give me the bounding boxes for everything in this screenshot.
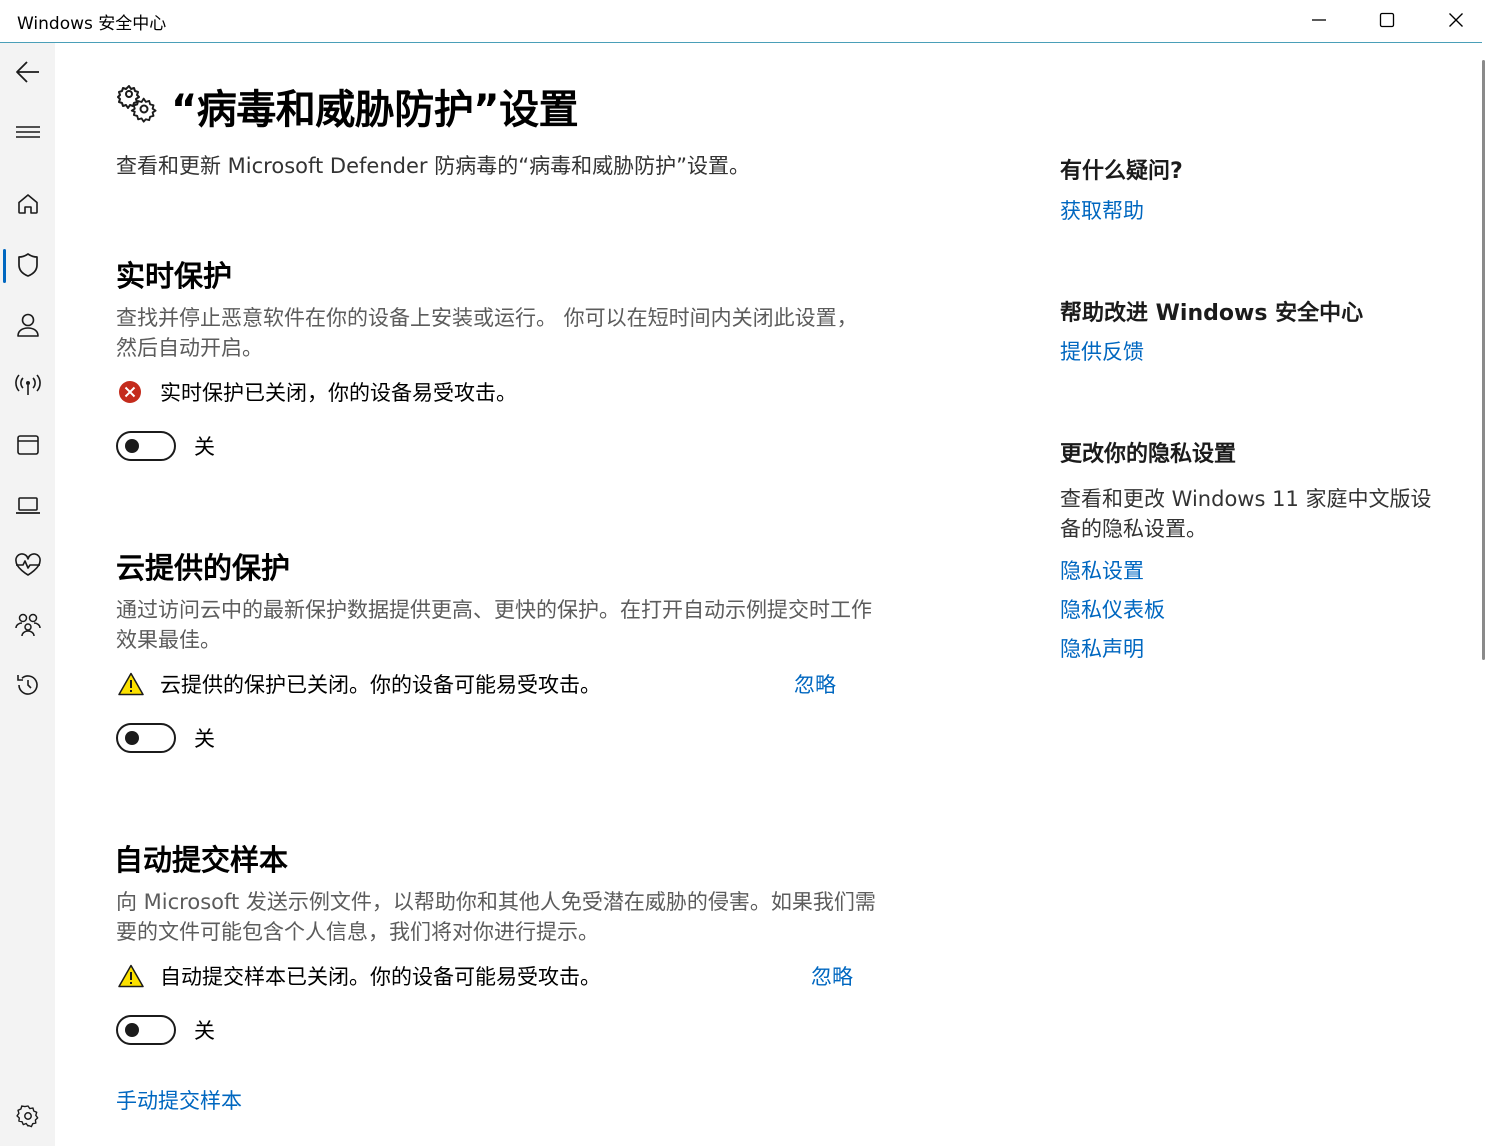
- toggle-knob: [125, 1023, 139, 1037]
- section-heading: 实时保护: [116, 259, 233, 293]
- section-sample-submission: 自动提交样本 向 Microsoft 发送示例文件，以帮助你和其他人免受潜在威胁…: [114, 837, 876, 1057]
- toggle-state-label: 关: [194, 435, 215, 459]
- toggle-state-label: 关: [194, 1019, 215, 1043]
- privacy-statement-link[interactable]: 隐私声明: [1060, 633, 1144, 663]
- window-title: Windows 安全中心: [17, 14, 167, 34]
- maximize-icon: [1379, 12, 1395, 28]
- status-row: 自动提交样本已关闭。你的设备可能易受攻击。 忽略: [116, 961, 856, 991]
- minimize-button[interactable]: [1285, 0, 1353, 40]
- sidebar-item-virus-protection[interactable]: [0, 241, 55, 289]
- main-content: “病毒和威胁防护”设置 查看和更新 Microsoft Defender 防病毒…: [55, 43, 1482, 1146]
- section-description: 向 Microsoft 发送示例文件，以帮助你和其他人免受潜在威胁的侵害。如果我…: [116, 890, 876, 944]
- toggle-knob: [125, 731, 139, 745]
- broadcast-icon: [14, 374, 41, 395]
- privacy-heading: 更改你的隐私设置: [1060, 442, 1237, 467]
- toggle-row: 关: [116, 721, 316, 755]
- realtime-protection-toggle[interactable]: [116, 431, 176, 461]
- improve-heading: 帮助改进 Windows 安全中心: [1060, 301, 1364, 326]
- status-text: 云提供的保护已关闭。你的设备可能易受攻击。: [160, 673, 601, 697]
- laptop-icon: [15, 497, 40, 514]
- close-icon: [1449, 13, 1463, 27]
- dismiss-link[interactable]: 忽略: [811, 961, 853, 991]
- privacy-settings-link[interactable]: 隐私设置: [1060, 555, 1144, 585]
- status-text: 实时保护已关闭，你的设备易受攻击。: [160, 381, 517, 405]
- title-bar: Windows 安全中心: [0, 0, 1487, 42]
- status-row: 实时保护已关闭，你的设备易受攻击。: [116, 377, 856, 407]
- status-text: 自动提交样本已关闭。你的设备可能易受攻击。: [160, 965, 601, 989]
- minimize-icon: [1312, 19, 1326, 21]
- menu-button[interactable]: [0, 108, 55, 156]
- toggle-row: 关: [116, 1013, 316, 1047]
- warning-triangle-icon: [118, 964, 144, 988]
- home-icon: [17, 194, 38, 214]
- gears-icon: [117, 85, 157, 123]
- sidebar-item-app-browser-control[interactable]: [0, 421, 55, 469]
- dismiss-link[interactable]: 忽略: [794, 669, 836, 699]
- section-realtime-protection: 实时保护 查找并停止恶意软件在你的设备上安装或运行。 你可以在短时间内关闭此设置…: [116, 253, 876, 473]
- sidebar-item-family-options[interactable]: [0, 601, 55, 649]
- status-row: 云提供的保护已关闭。你的设备可能易受攻击。 忽略: [116, 669, 856, 699]
- section-heading: 云提供的保护: [116, 551, 291, 585]
- manual-submit-sample-link[interactable]: 手动提交样本: [116, 1085, 242, 1115]
- privacy-dashboard-link[interactable]: 隐私仪表板: [1060, 594, 1165, 624]
- person-icon: [16, 313, 39, 337]
- toggle-state-label: 关: [194, 727, 215, 751]
- gear-icon: [15, 1105, 38, 1128]
- close-button[interactable]: [1422, 0, 1487, 40]
- history-icon: [16, 675, 38, 695]
- questions-heading: 有什么疑问?: [1060, 159, 1183, 184]
- cloud-protection-toggle[interactable]: [116, 723, 176, 753]
- sidebar-item-firewall[interactable]: [0, 361, 55, 409]
- sample-submission-toggle[interactable]: [116, 1015, 176, 1045]
- sidebar-item-device-security[interactable]: [0, 481, 55, 529]
- sidebar-item-home[interactable]: [0, 180, 55, 228]
- sidebar-item-protection-history[interactable]: [0, 661, 55, 709]
- sidebar-item-settings[interactable]: [0, 1092, 55, 1140]
- section-description: 通过访问云中的最新保护数据提供更高、更快的保护。在打开自动示例提交时工作效果最佳…: [116, 598, 872, 652]
- warning-triangle-icon: [118, 672, 144, 696]
- family-icon: [14, 613, 41, 637]
- heart-pulse-icon: [14, 553, 41, 576]
- browser-window-icon: [16, 435, 39, 455]
- maximize-button[interactable]: [1353, 0, 1421, 40]
- page-description: 查看和更新 Microsoft Defender 防病毒的“病毒和威胁防护”设置…: [116, 154, 750, 178]
- page-title: “病毒和威胁防护”设置: [171, 87, 579, 133]
- sidebar-item-device-performance[interactable]: [0, 541, 55, 589]
- get-help-link[interactable]: 获取帮助: [1060, 195, 1144, 225]
- toggle-row: 关: [116, 429, 316, 463]
- shield-icon: [17, 253, 38, 277]
- back-arrow-icon: [15, 61, 39, 83]
- scrollbar[interactable]: [1482, 60, 1485, 660]
- back-button[interactable]: [0, 48, 55, 96]
- error-circle-icon: [119, 381, 141, 403]
- sidebar: [0, 43, 55, 1146]
- section-cloud-protection: 云提供的保护 通过访问云中的最新保护数据提供更高、更快的保护。在打开自动示例提交…: [116, 545, 876, 765]
- section-description: 查找并停止恶意软件在你的设备上安装或运行。 你可以在短时间内关闭此设置，然后自动…: [116, 306, 858, 360]
- privacy-description: 查看和更改 Windows 11 家庭中文版设备的隐私设置。: [1060, 487, 1432, 541]
- sidebar-item-account-protection[interactable]: [0, 301, 55, 349]
- section-heading: 自动提交样本: [114, 843, 289, 877]
- toggle-knob: [125, 439, 139, 453]
- feedback-link[interactable]: 提供反馈: [1060, 336, 1144, 366]
- hamburger-icon: [15, 126, 40, 138]
